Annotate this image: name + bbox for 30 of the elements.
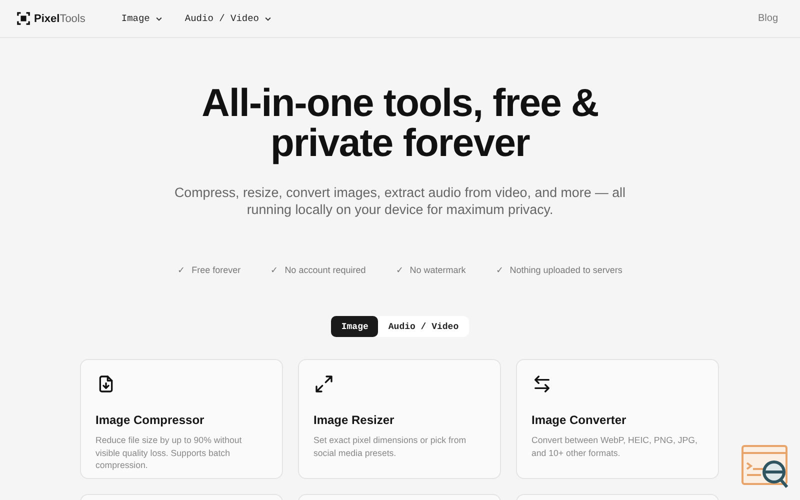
- logo-icon: [17, 12, 30, 25]
- card-description: Set exact pixel dimensions or pick from social media presets.: [314, 434, 468, 459]
- card-description: Convert between WebP, HEIC, PNG, JPG, and 10+ other formats.: [532, 434, 698, 459]
- tool-card[interactable]: Image Compressor Reduce file size by up to 90% without visible quality loss. Supports batch compression.: [80, 359, 282, 479]
- feature-label: No account required: [284, 265, 366, 275]
- check-mark: ✓: [270, 265, 279, 275]
- card-title: Image Compressor: [96, 413, 206, 427]
- logo-text: PixelTools: [34, 12, 86, 24]
- check-mark: ✓: [396, 265, 404, 275]
- tool-card[interactable]: Image Resizer Set exact pixel dimensions or pick from social media presets.: [298, 359, 500, 479]
- nav-menu-item[interactable]: Audio / Video: [184, 13, 272, 24]
- feature-label: Free forever: [192, 265, 241, 275]
- check-mark: ✓: [496, 265, 504, 275]
- swap-arrows-icon: [532, 374, 552, 394]
- card-title: Image Resizer: [314, 413, 396, 427]
- chevron-down-icon: [264, 14, 272, 22]
- check-mark: ✓: [178, 265, 186, 275]
- tool-card[interactable]: Image Converter Convert between WebP, HEIC, PNG, JPG, and 10+ other formats.: [516, 359, 718, 479]
- hero-subtitle: Compress, resize, convert images, extract audio from video, and more — all running locally on your device for maximum privacy.: [174, 184, 626, 218]
- nav-menu-item[interactable]: Image: [121, 13, 163, 24]
- feature-label: Nothing uploaded to servers: [510, 265, 622, 275]
- expand-arrows-icon: [314, 374, 334, 394]
- blog-link[interactable]: Blog: [758, 13, 778, 24]
- category-tab[interactable]: Audio / Video: [378, 316, 469, 337]
- category-tab[interactable]: Image: [331, 316, 378, 337]
- feature-label: No watermark: [410, 265, 466, 275]
- chevron-down-icon: [154, 14, 163, 22]
- hero-title: All-in-one tools, free & private forever: [200, 84, 600, 164]
- card-description: Reduce file size by up to 90% without visible quality loss. Supports batch compression.: [96, 434, 243, 472]
- card-title: Image Converter: [532, 413, 628, 427]
